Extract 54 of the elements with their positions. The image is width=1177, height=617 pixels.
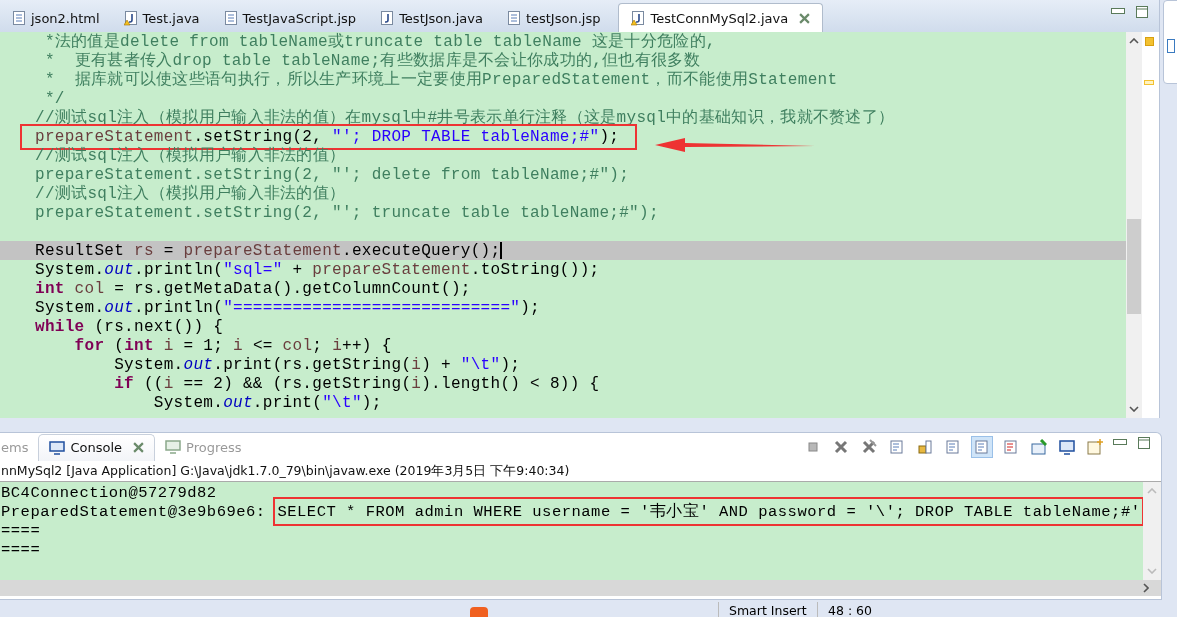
occurrence-marker[interactable] bbox=[1144, 80, 1154, 85]
code-line: */ bbox=[43, 89, 65, 108]
editor-tab[interactable]: testJson.jsp bbox=[494, 4, 613, 32]
editor-tab[interactable]: json2.html bbox=[0, 4, 112, 32]
code-line: //测试sql注入（模拟用户输入非法的值） bbox=[35, 145, 346, 166]
horizontal-scrollbar[interactable] bbox=[0, 580, 1161, 596]
scroll-right-icon[interactable] bbox=[1143, 583, 1149, 593]
editor-tab[interactable]: TestConnMySql2.java bbox=[618, 3, 824, 32]
code-line: for (int i = 1; i <= col; i++) { bbox=[73, 336, 392, 355]
code-line: System.out.print("\t"); bbox=[152, 393, 382, 412]
insert-mode: Smart Insert bbox=[718, 602, 817, 617]
java-file-warning-icon bbox=[631, 10, 646, 26]
file-icon bbox=[506, 10, 521, 26]
file-icon bbox=[223, 10, 238, 26]
code-line: prepareStatement.setString(2, "'; DROP TABLE tableName;#"); bbox=[35, 127, 620, 146]
editor-tab[interactable]: TestJson.java bbox=[368, 4, 495, 32]
warning-marker[interactable] bbox=[1145, 37, 1154, 46]
code-line: ResultSet rs = prepareStatement.executeQuery(); bbox=[35, 241, 501, 260]
monitor-icon bbox=[49, 440, 66, 455]
output-text: PreparedStatement@3e9b69e6: bbox=[1, 502, 267, 521]
cursor-position: 48 : 60 bbox=[817, 602, 916, 617]
code-line: System.out.println("sql=" + prepareStatement.toString()); bbox=[35, 260, 600, 279]
editor-tab[interactable]: TestJavaScript.jsp bbox=[211, 4, 369, 32]
output-text: BC4Connection@57279d82 bbox=[1, 483, 217, 502]
code-line: System.out.println("============================"); bbox=[35, 298, 540, 317]
java-file-icon bbox=[380, 10, 395, 26]
scroll-thumb[interactable] bbox=[1127, 219, 1141, 314]
scroll-down-icon[interactable] bbox=[1129, 406, 1139, 412]
code-line: int col = rs.getMetaData().getColumnCount(); bbox=[35, 279, 471, 298]
output-text: ==== bbox=[1, 540, 41, 559]
java-file-warning-icon bbox=[123, 10, 138, 26]
maximize-icon[interactable] bbox=[1137, 437, 1151, 449]
code-line: //测试sql注入（模拟用户输入非法的值）在mysql中#井号表示单行注释（这是mysql中的基础知识，我就不赘述了） bbox=[35, 107, 895, 128]
close-icon[interactable] bbox=[799, 12, 811, 24]
code-line: while (rs.next()) { bbox=[35, 317, 224, 336]
output-text: ==== bbox=[1, 521, 41, 540]
code-line: System.out.print(rs.getString(i) + "\t"); bbox=[113, 355, 521, 374]
code-line: * 更有甚者传入drop table tableName;有些数据库是不会让你成功的,但也有很多数 bbox=[43, 50, 700, 70]
scroll-up-icon[interactable] bbox=[1129, 38, 1139, 44]
code-line: //测试sql注入（模拟用户输入非法的值） bbox=[35, 183, 346, 204]
code-line: *法的值是delete from tableName或truncate table tableName 这是十分危险的, bbox=[43, 32, 716, 51]
file-icon bbox=[12, 10, 26, 26]
close-icon[interactable] bbox=[133, 442, 145, 453]
code-line: * 据库就可以使这些语句执行，所以生产环境上一定要使用PreparedStatement，而不能使用Statement bbox=[43, 69, 838, 90]
view-tab[interactable]: Console bbox=[38, 433, 156, 461]
display-icon[interactable] bbox=[1057, 437, 1077, 457]
maximize-icon[interactable] bbox=[1135, 6, 1149, 18]
vertical-scrollbar[interactable] bbox=[1126, 32, 1142, 418]
code-line: if ((i == 2) && (rs.getString(i).length() < 8)) { bbox=[113, 374, 600, 393]
progress-icon bbox=[165, 440, 182, 454]
code-line: prepareStatement.setString(2, "'; truncate table tableName;#"); bbox=[35, 203, 659, 222]
code-line: prepareStatement.setString(2, "'; delete from tableName;#"); bbox=[35, 165, 630, 184]
text-cursor bbox=[500, 242, 503, 259]
editor-tab[interactable]: Test.java bbox=[111, 4, 212, 32]
